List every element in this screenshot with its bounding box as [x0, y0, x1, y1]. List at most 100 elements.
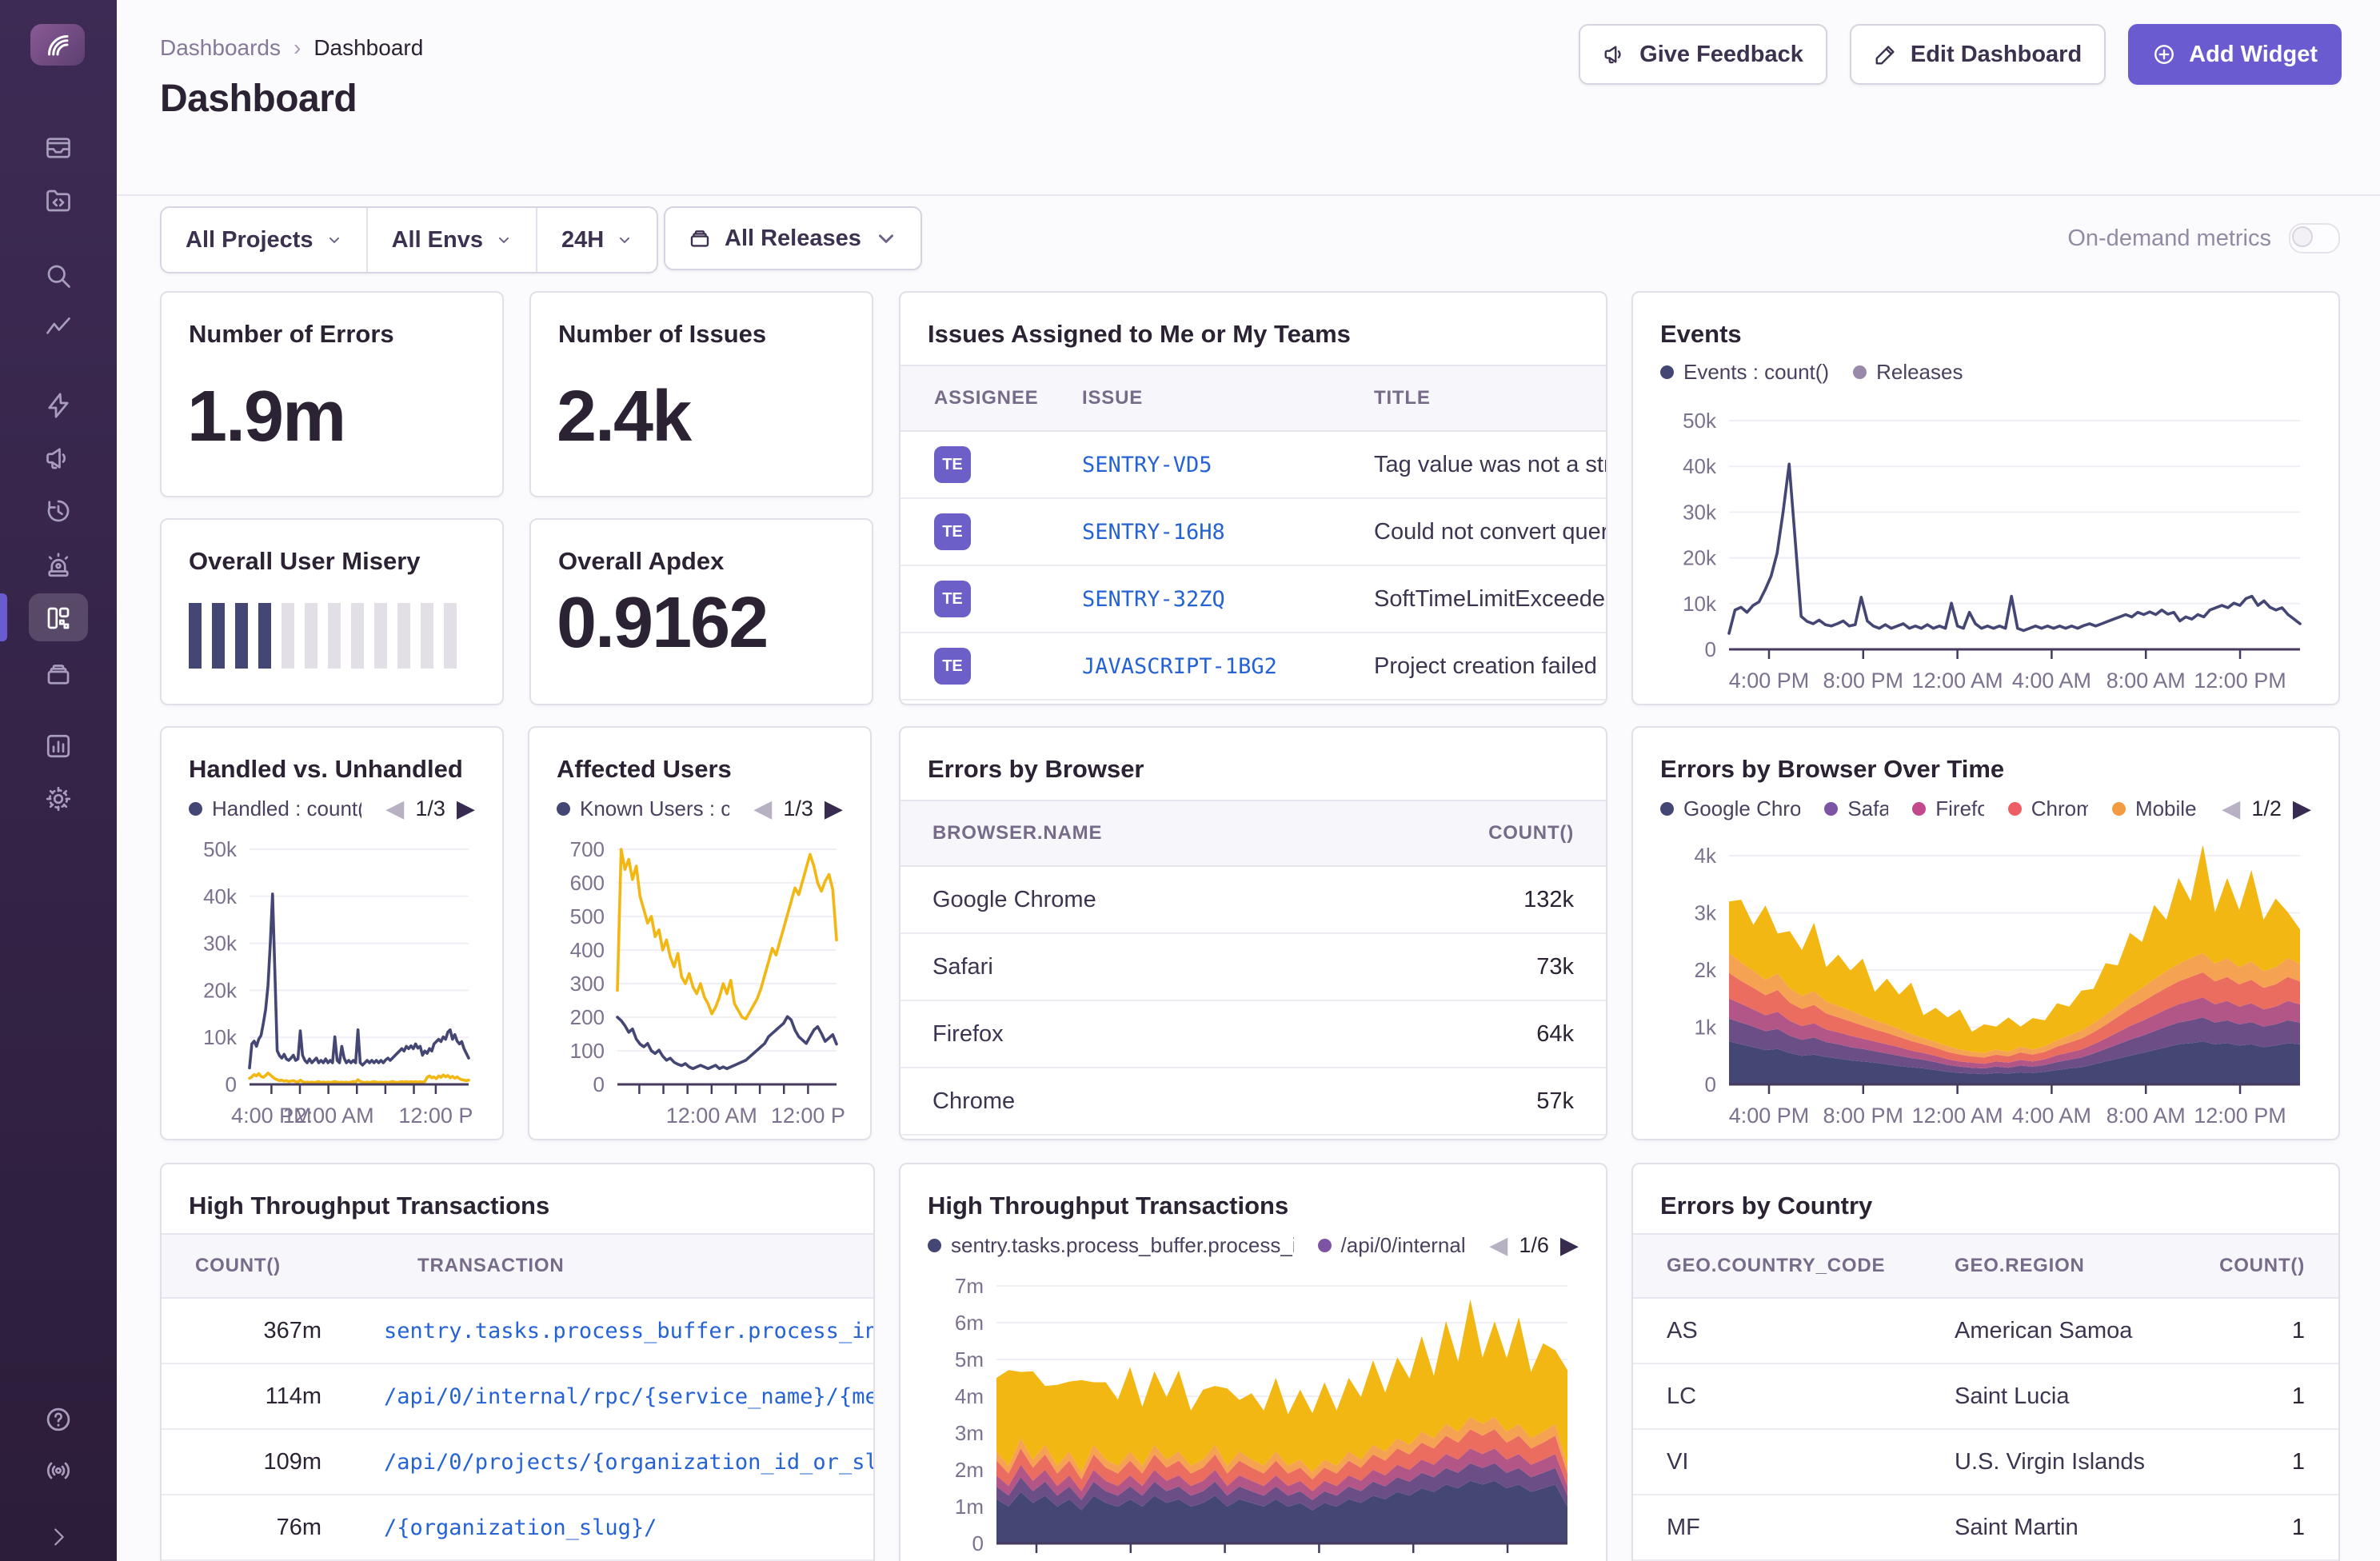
- megaphone-icon: [1603, 42, 1627, 66]
- legend-next-arrow[interactable]: ▶: [457, 795, 475, 823]
- legend-item[interactable]: Firefox: [1912, 796, 1983, 821]
- assignee-cell: TE: [900, 581, 1082, 617]
- legend-prev-arrow[interactable]: ◀: [1489, 1232, 1507, 1260]
- assignee-avatar[interactable]: TE: [934, 446, 971, 483]
- sidebar-item-settings[interactable]: [0, 773, 117, 825]
- sidebar-item-crons[interactable]: [0, 379, 117, 432]
- legend-next-arrow[interactable]: ▶: [2293, 795, 2311, 823]
- svg-text:2m: 2m: [955, 1458, 984, 1482]
- legend-item[interactable]: Known Users : cour: [557, 796, 729, 821]
- legend-item[interactable]: /api/0/internal/r: [1318, 1233, 1466, 1258]
- svg-text:4:00 AM: 4:00 AM: [2012, 1104, 2091, 1128]
- legend-next-arrow[interactable]: ▶: [825, 795, 843, 823]
- transaction-link[interactable]: /{organization_slug}/: [384, 1515, 657, 1540]
- svg-text:6m: 6m: [955, 1311, 984, 1335]
- sidebar-item-issues[interactable]: [0, 122, 117, 174]
- table-row: Chrome57k: [900, 1068, 1606, 1136]
- col-count: COUNT(): [162, 1255, 363, 1277]
- transaction-link[interactable]: /api/0/internal/rpc/{service_name}/{meth…: [384, 1384, 873, 1409]
- col-region: GEO.REGION: [1955, 1255, 2161, 1277]
- svg-text:12:00 PM: 12:00 PM: [2194, 669, 2286, 693]
- legend-prev-arrow[interactable]: ◀: [2222, 795, 2240, 823]
- legend-item[interactable]: Mobile S: [2112, 796, 2198, 821]
- sidebar-item-projects[interactable]: [0, 174, 117, 227]
- throughput-table-body: 367msentry.tasks.process_buffer.process_…: [162, 1299, 873, 1561]
- issue-link[interactable]: SENTRY-VD5: [1082, 453, 1212, 477]
- legend-label: Google Chrome: [1683, 796, 1800, 821]
- edit-dashboard-button[interactable]: Edit Dashboard: [1850, 24, 2106, 85]
- issue-link[interactable]: JAVASCRIPT-1BG2: [1082, 654, 1277, 679]
- issue-link[interactable]: SENTRY-16H8: [1082, 520, 1225, 545]
- svg-text:600: 600: [570, 871, 605, 895]
- widget-handled-vs-unhandled: Handled vs. Unhandled Handled : count()◀…: [160, 726, 504, 1140]
- table-row: TE SENTRY-16H8 Could not convert query: [900, 499, 1606, 566]
- add-widget-button[interactable]: Add Widget: [2128, 24, 2342, 85]
- give-feedback-button[interactable]: Give Feedback: [1579, 24, 1827, 85]
- assignee-avatar[interactable]: TE: [934, 513, 971, 550]
- breadcrumb-dashboards[interactable]: Dashboards: [160, 35, 281, 61]
- widget-errors-by-browser: Errors by Browser BROWSER.NAME COUNT() G…: [899, 726, 1607, 1140]
- legend-item[interactable]: Chrome: [2008, 796, 2088, 821]
- svg-text:12:00 AM: 12:00 AM: [666, 1104, 757, 1128]
- sidebar-item-releases[interactable]: [0, 648, 117, 701]
- sidebar-item-replays[interactable]: [0, 485, 117, 537]
- page-title: Dashboard: [160, 77, 357, 121]
- throughput-chart: 01m2m3m4m5m6m7m4:00 PM8:00 PM12:00 AM4:0…: [926, 1276, 1580, 1561]
- throughput-legend: sentry.tasks.process_buffer.process_incr…: [900, 1220, 1606, 1260]
- sidebar-item-user-feedback[interactable]: [0, 432, 117, 485]
- sidebar-item-alerts[interactable]: [0, 539, 117, 592]
- sidebar-item-dashboards[interactable]: [0, 592, 117, 645]
- toggle-knob: [2292, 226, 2313, 247]
- widget-title: Errors by Browser: [900, 728, 1606, 784]
- sidebar-item-performance[interactable]: [0, 302, 117, 355]
- legend-pagination: ◀1/6▶: [1489, 1232, 1579, 1260]
- assignee-avatar[interactable]: TE: [934, 581, 971, 617]
- widget-title: Issues Assigned to Me or My Teams: [900, 293, 1606, 349]
- broadcast-icon: [44, 1456, 73, 1485]
- svg-text:50k: 50k: [203, 840, 238, 861]
- legend-item[interactable]: Google Chrome: [1660, 796, 1800, 821]
- svg-text:8:00 PM: 8:00 PM: [1823, 1104, 1904, 1128]
- issue-link[interactable]: SENTRY-32ZQ: [1082, 587, 1225, 612]
- releases-filter[interactable]: All Releases: [664, 206, 922, 270]
- gear-icon: [44, 784, 73, 813]
- svg-text:4:00 PM: 4:00 PM: [1729, 1104, 1810, 1128]
- number-of-issues-value: 2.4k: [557, 376, 690, 458]
- widget-title: Affected Users: [529, 728, 870, 784]
- environment-filter[interactable]: All Envs: [368, 208, 536, 272]
- sidebar-item-whats-new[interactable]: [0, 1444, 117, 1497]
- table-row: TESENTRY-32ZQSoftTimeLimitExceeded: [900, 566, 1606, 633]
- legend-item[interactable]: Safari: [1824, 796, 1888, 821]
- date-range-filter[interactable]: 24H: [537, 208, 657, 272]
- ondemand-metrics-toggle[interactable]: [2289, 223, 2340, 254]
- sidebar-item-stats[interactable]: [0, 720, 117, 773]
- assignee-avatar[interactable]: TE: [934, 648, 971, 685]
- transaction-link[interactable]: /api/0/projects/{organization_id_or_slug…: [384, 1450, 873, 1475]
- legend-item[interactable]: Handled : count(): [189, 796, 361, 821]
- widget-title: High Throughput Transactions: [162, 1164, 873, 1220]
- legend-prev-arrow[interactable]: ◀: [385, 795, 404, 823]
- browser-table-body: Google Chrome132kSafari73kFirefox64kChro…: [900, 867, 1606, 1140]
- issue-title-cell: Could not convert query: [1374, 519, 1606, 545]
- legend-item[interactable]: Releases: [1853, 360, 1963, 385]
- legend-next-arrow[interactable]: ▶: [1560, 1232, 1579, 1260]
- sentry-logo[interactable]: [30, 24, 85, 66]
- sentry-logo-icon: [43, 30, 72, 59]
- svg-text:1m: 1m: [955, 1495, 984, 1519]
- table-row: Google Chrome132k: [900, 867, 1606, 934]
- transaction-link[interactable]: sentry.tasks.process_buffer.process_incr: [384, 1319, 873, 1343]
- sidebar-item-help[interactable]: [0, 1393, 117, 1446]
- project-filter[interactable]: All Projects: [162, 208, 366, 272]
- count-cell: 73k: [1398, 954, 1606, 980]
- gauge-bar-empty: [374, 603, 387, 669]
- sidebar-item-explore[interactable]: [0, 250, 117, 302]
- legend-dot-icon: [1853, 365, 1867, 379]
- legend-item[interactable]: sentry.tasks.process_buffer.process_incr: [928, 1233, 1294, 1258]
- legend-prev-arrow[interactable]: ◀: [753, 795, 772, 823]
- megaphone-icon: [44, 444, 73, 473]
- legend-dot-icon: [1824, 802, 1838, 816]
- svg-text:4:00 AM: 4:00 AM: [2012, 669, 2091, 693]
- legend-item[interactable]: Events : count(): [1660, 360, 1829, 385]
- svg-text:0: 0: [1705, 637, 1716, 661]
- sidebar-collapse[interactable]: [0, 1518, 117, 1556]
